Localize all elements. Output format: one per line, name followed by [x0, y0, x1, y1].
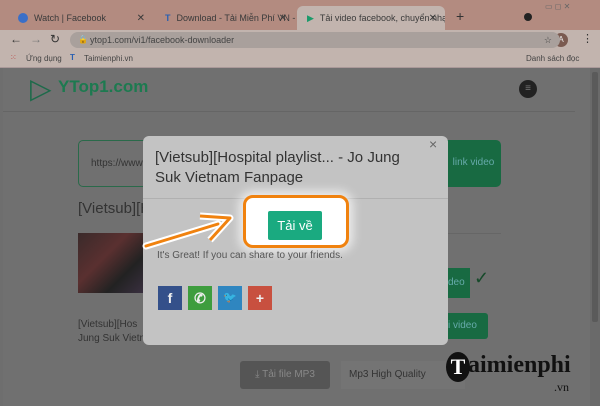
apps-icon: ⁙ — [10, 53, 17, 62]
site-menu-button[interactable]: ≡ — [519, 80, 537, 98]
scrollbar[interactable] — [590, 68, 600, 406]
mp3-download-button[interactable]: ⤓ Tải file MP3 — [240, 361, 330, 389]
facebook-icon: f — [167, 290, 173, 306]
check-icon: ✓ — [474, 268, 490, 288]
bookmark-taimienphi[interactable]: Taimienphi.vn — [84, 54, 133, 63]
bookmarks-bar: ⁙ Ứng dụng T Taimienphi.vn Danh sách đọc — [0, 50, 600, 68]
tab-ytop1-active[interactable]: ▶ Tải video facebook, chuyển nhạc ✕ — [297, 6, 445, 30]
star-icon[interactable]: ☆ — [544, 32, 552, 48]
facebook-icon — [18, 13, 28, 23]
address-bar[interactable]: 🔒 ytop1.com/vi1/facebook-downloader ☆ — [70, 32, 560, 48]
share-text: It's Great! If you can share to your fri… — [157, 250, 343, 261]
plus-icon: + — [255, 290, 265, 306]
close-tab-icon[interactable]: ✕ — [279, 13, 287, 24]
share-facebook-button[interactable]: f — [158, 286, 182, 310]
forward-icon[interactable]: → — [30, 32, 42, 46]
tab-search-icon[interactable] — [524, 13, 532, 21]
taimienphi-icon: T — [165, 13, 171, 23]
back-icon[interactable]: ← — [10, 32, 22, 46]
download-video-button-2[interactable]: i video — [448, 313, 488, 339]
reading-list[interactable]: Danh sách đọc — [526, 54, 579, 63]
video-thumbnail — [78, 233, 144, 293]
get-link-button[interactable]: link video — [446, 140, 501, 187]
new-tab-button[interactable]: + — [456, 8, 464, 24]
tab-download[interactable]: T Download - Tải Miễn Phí VN - Pi ✕ — [155, 6, 295, 30]
divider — [3, 111, 575, 112]
bookmark-apps[interactable]: Ứng dụng — [26, 54, 62, 63]
download-modal: [Vietsub][Hospital playlist... - Jo Jung… — [142, 136, 448, 345]
site-logo[interactable]: YTop1.com — [58, 77, 148, 97]
twitter-icon: 🐦 — [223, 292, 237, 304]
download-video-button[interactable]: deo — [448, 268, 470, 298]
close-icon[interactable]: × — [429, 136, 437, 152]
whatsapp-icon: ✆ — [194, 290, 206, 306]
taimienphi-icon: T — [70, 53, 75, 62]
download-button[interactable]: Tải về — [268, 211, 322, 240]
ytop1-icon: ▶ — [307, 12, 314, 23]
menu-icon[interactable]: ⋮ — [582, 32, 593, 45]
window-controls[interactable]: ▭ ◻ ✕ — [545, 2, 570, 11]
arrow-annotation — [142, 212, 234, 250]
tab-strip: Watch | Facebook ✕ T Download - Tải Miễn P… — [0, 0, 600, 30]
close-tab-icon[interactable]: ✕ — [137, 13, 145, 24]
video-caption: [Vietsub][Hos Jung Suk Vietn — [78, 319, 146, 344]
modal-title: [Vietsub][Hospital playlist... - Jo Jung… — [155, 149, 400, 186]
share-twitter-button[interactable]: 🐦 — [218, 286, 242, 310]
reload-icon[interactable]: ↻ — [50, 32, 60, 46]
logo-icon: ▷ — [30, 73, 52, 104]
watermark-logo: T aimienphi .vn — [446, 350, 580, 400]
share-whatsapp-button[interactable]: ✆ — [188, 286, 212, 310]
share-more-button[interactable]: + — [248, 286, 272, 310]
divider — [448, 233, 501, 234]
tab-facebook[interactable]: Watch | Facebook ✕ — [8, 6, 153, 30]
close-tab-icon[interactable]: ✕ — [429, 13, 437, 24]
lock-icon: 🔒 — [78, 35, 88, 44]
